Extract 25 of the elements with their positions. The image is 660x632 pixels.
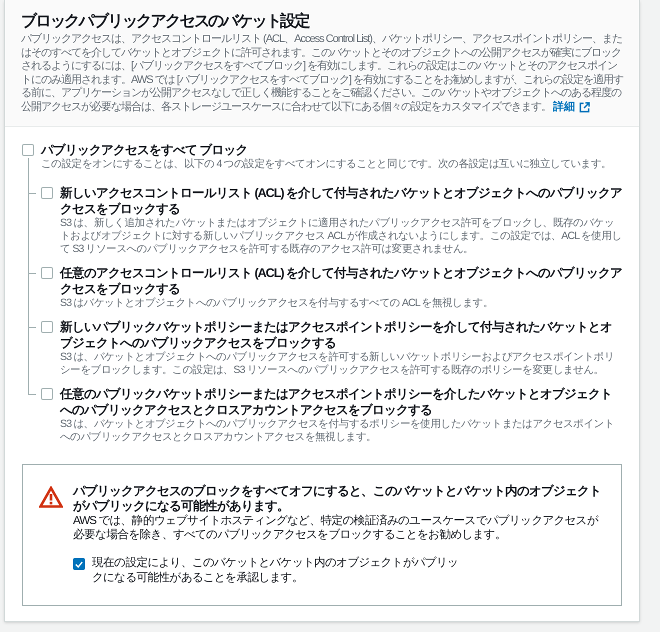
option-description: S3 は、バケットとオブジェクトへのパブリックアクセスを許可する新しいバケットポリシーおよびアクセスポイントポリシーをブロックします。この設定は、S3 リソースへのパブリックアクセスを許可する既存のポリシーを変更しません。 [60,351,615,377]
block-all-description: この設定をオンにすることは、以下の 4 つの設定をすべてオンにすることと同じです。次の各設定は互いに独立しています。 [41,158,612,171]
checkbox[interactable] [41,187,53,199]
option-label: 新しいパブリックバケットポリシーまたはアクセスポイントポリシーを介して付与されたバケットとオブジェクトへのパブリックアクセスをブロックする [60,319,613,351]
checkbox[interactable] [73,558,85,570]
check-icon [75,560,83,568]
option-label: 任意のアクセスコントロールリスト (ACL) を介して付与されたバケットとオブジェクトへのパブリックアクセスをブロックする [60,265,622,297]
acknowledge-label: 現在の設定により、このバケットとバケット内のオブジェクトがパブリックになる可能性があることを承認します。 [92,556,460,586]
option-label: 任意のパブリックバケットポリシーまたはアクセスポイントポリシーを介したバケットとオブジェクトへのパブリックアクセスとクロスアカウントアクセスをブロックする [60,386,613,418]
checkbox[interactable] [41,321,53,333]
option-description: S3 は、新しく追加されたバケットまたはオブジェクトに適用されたパブリックアクセス許可をブロックし、既存のバケットおよびオブジェクトに対する新しいパブリックアクセス ACL が作成されないようにします。この設定では、ACL を使用して S3 リソースへのパブリックアクセスを許可する既存のアクセス許可は変更されません。 [60,217,622,256]
block-all-label: パブリックアクセスをすべて ブロック [41,142,248,158]
external-link-icon [579,102,590,113]
checkbox[interactable] [41,267,53,279]
checkbox[interactable] [22,144,34,156]
section-title: ブロックパブリックアクセスのバケット設定 [21,11,311,32]
checkbox[interactable] [41,388,53,400]
option-label: 新しいアクセスコントロールリスト (ACL) を介して付与されたバケットとオブジェクトへのパブリックアクセスをブロックする [60,185,622,217]
learn-more-link[interactable]: 詳細 [553,100,590,114]
warning-message: AWS では、静的ウェブサイトホスティングなど、特定の検証済みのユースケースでパブリックアクセスが必要な場合を除き、すべてのパブリックアクセスをブロックすることをお勧めします。 [73,514,600,542]
option-description: S3 はバケットとオブジェクトへのパブリックアクセスを付与するすべての ACL を無視します。 [60,297,494,310]
section-description: パブリックアクセスは、アクセスコントロールリスト (ACL、Access Control List)、バケットポリシー、アクセスポイントポリシー、またはそのすべてを介してバケットとオブジェクトに許可されます。このバケットとそのオブジェクトへの公開アクセスが確実にブロックされるようにするには、[パブリックアクセスをすべてブロック] を有効にします。これらの設定はこのバケットとそのアクセスポイントにのみ適用されます。AWS では [パブリックアクセスをすべてブロック] を有効にすることをお勧めしますが、これらの設定を適用する前に、アプリケーションが公開アクセスなしで正しく機能することをご確認ください。このバケットやオブジェクトへのある程度の公開アクセスが必要な場合は、各ストレージユースケースに合わせて以下にある個々の設定をカスタマイズできます。 詳細 [21,33,623,114]
option-description: S3 は、バケットとオブジェクトへのパブリックアクセスを付与するポリシーを使用したバケットまたはアクセスポイントへのパブリックアクセスとクロスアカウントアクセスを無視します。 [60,418,615,444]
warning-icon [39,486,63,508]
warning-title: パブリックアクセスのブロックをすべてオフにすると、このバケットとバケット内のオブジェクトがパブリックになる可能性があります。 [73,484,602,514]
